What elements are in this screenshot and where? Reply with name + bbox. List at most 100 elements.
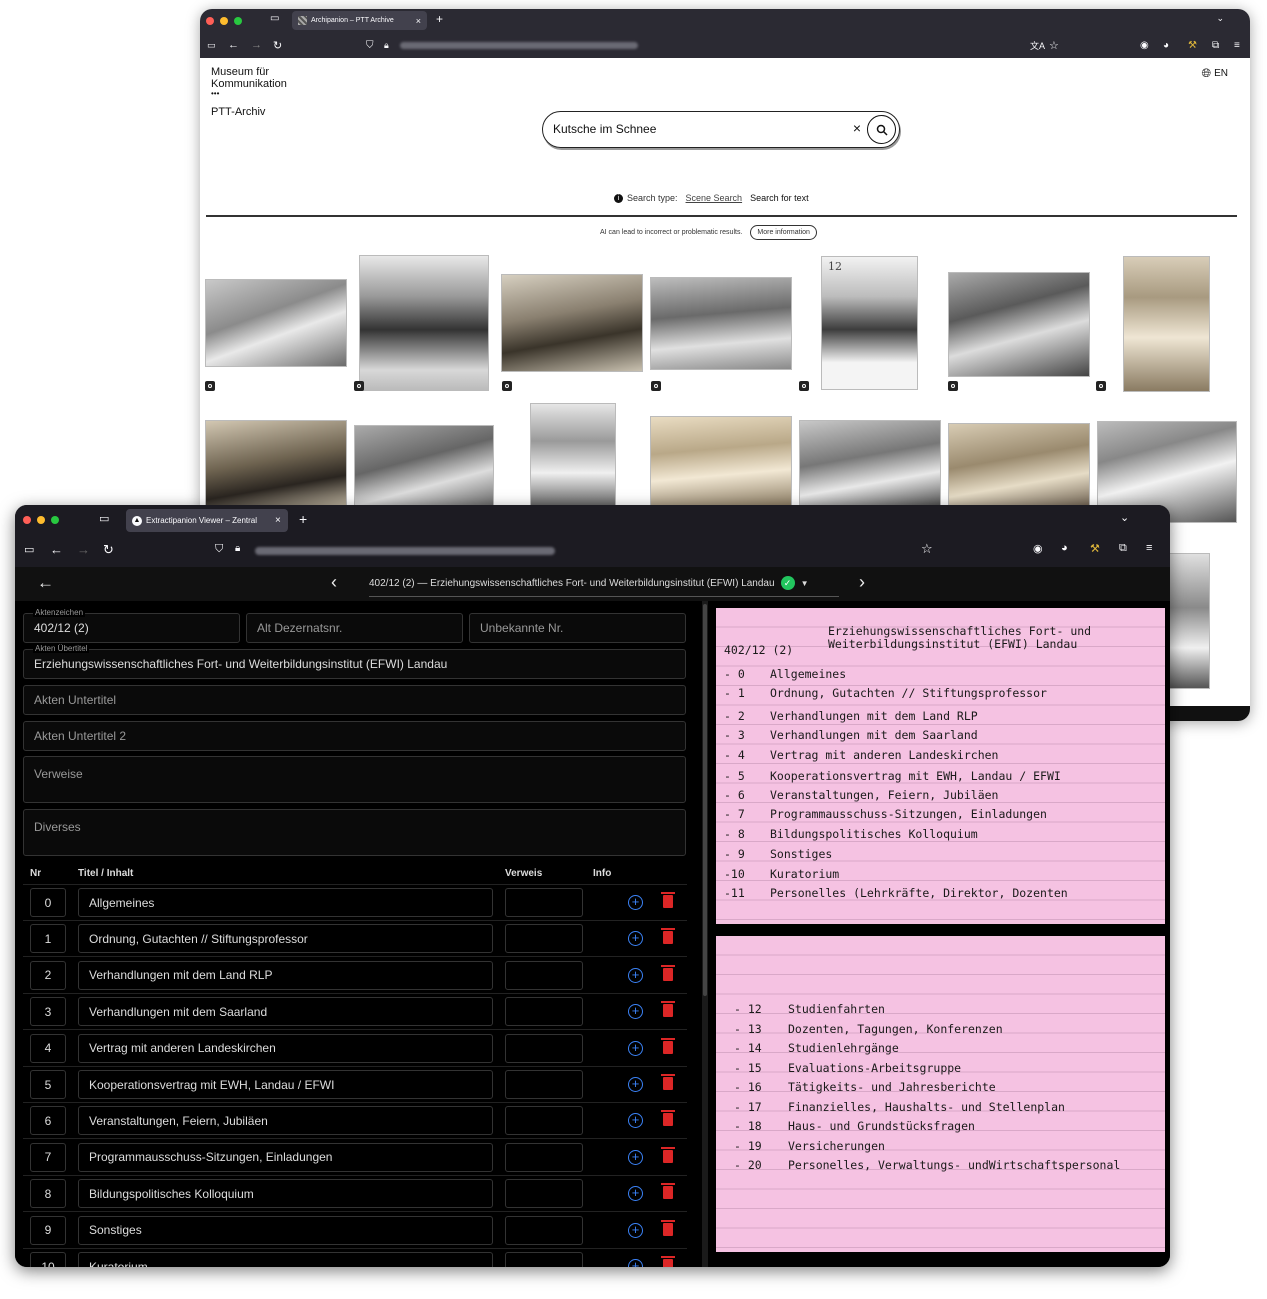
delete-trash-icon[interactable] (661, 1183, 675, 1200)
aktenzeichen-field[interactable]: 402/12 (2) (23, 613, 240, 643)
menu-icon[interactable]: ≡ (1234, 40, 1240, 51)
more-information-button[interactable]: More information (750, 225, 817, 240)
alt-dezernatsnr-field[interactable]: Alt Dezernatsnr. (246, 613, 463, 643)
account-icon[interactable]: ◉ (1033, 542, 1043, 555)
row-verweis-field[interactable] (505, 888, 583, 917)
row-verweis-field[interactable] (505, 1142, 583, 1172)
account-icon[interactable]: ◉ (1140, 40, 1149, 51)
add-row-plus-icon[interactable]: + (628, 1149, 643, 1165)
row-nr-field[interactable]: 3 (30, 997, 66, 1027)
scene-search-option[interactable]: Scene Search (686, 193, 743, 203)
back-button[interactable]: ← (37, 573, 54, 593)
row-verweis-field[interactable] (505, 1179, 583, 1209)
result-photo[interactable] (650, 277, 792, 370)
result-photo[interactable] (205, 279, 347, 367)
next-document-button[interactable]: › (859, 572, 865, 593)
delete-trash-icon[interactable] (661, 1146, 675, 1163)
row-verweis-field[interactable] (505, 1252, 583, 1267)
new-tab-button[interactable]: + (436, 12, 443, 26)
previous-document-button[interactable]: ‹ (331, 572, 337, 593)
akten-untertitel-2-field[interactable]: Akten Untertitel 2 (23, 721, 686, 751)
row-title-field[interactable]: Allgemeines (78, 888, 493, 917)
close-window-button[interactable] (206, 16, 214, 25)
row-verweis-field[interactable] (505, 1070, 583, 1099)
delete-trash-icon[interactable] (661, 1037, 675, 1054)
row-nr-field[interactable]: 1 (30, 924, 66, 954)
tab-list-chevron-icon[interactable]: ⌄ (1216, 13, 1224, 24)
new-tab-button[interactable]: + (299, 511, 307, 527)
reload-icon[interactable]: ↻ (273, 39, 282, 52)
scrollbar-thumb[interactable] (703, 604, 707, 996)
result-photo[interactable] (948, 272, 1090, 377)
tool-icon[interactable]: ⚒ (1090, 542, 1100, 555)
add-row-plus-icon[interactable]: + (628, 1113, 643, 1129)
delete-trash-icon[interactable] (661, 964, 675, 981)
back-arrow-icon[interactable]: ← (228, 39, 239, 51)
add-row-plus-icon[interactable]: + (628, 967, 643, 983)
add-row-plus-icon[interactable]: + (628, 1186, 643, 1202)
document-selector[interactable]: 402/12 (2) — Erziehungswissenschaftliche… (369, 570, 839, 597)
result-photo[interactable] (354, 425, 494, 513)
result-photo[interactable] (359, 255, 489, 391)
add-row-plus-icon[interactable]: + (628, 1077, 643, 1092)
row-verweis-field[interactable] (505, 1215, 583, 1245)
result-photo[interactable] (948, 423, 1090, 513)
maximize-window-button[interactable] (51, 516, 59, 524)
row-title-field[interactable]: Programmausschuss-Sitzungen, Einladungen (78, 1142, 493, 1172)
row-nr-field[interactable]: 10 (30, 1252, 66, 1267)
add-row-plus-icon[interactable]: + (628, 1259, 643, 1267)
url-field[interactable] (400, 42, 638, 49)
close-window-button[interactable] (23, 516, 31, 524)
tab-list-chevron-icon[interactable]: ⌄ (1120, 511, 1129, 524)
row-nr-field[interactable]: 8 (30, 1179, 66, 1209)
delete-trash-icon[interactable] (661, 892, 675, 908)
row-title-field[interactable]: Verhandlungen mit dem Land RLP (78, 960, 493, 990)
tab-archipanion[interactable]: Archipanion – PTT Archive × (292, 11, 427, 30)
puzzle-icon[interactable]: ⧉ (1119, 542, 1127, 555)
search-input[interactable]: Kutsche im Schnee (553, 122, 656, 136)
add-row-plus-icon[interactable]: + (628, 1222, 643, 1238)
url-field[interactable] (255, 547, 555, 555)
back-arrow-icon[interactable]: ← (50, 542, 63, 557)
result-photo[interactable] (205, 420, 347, 510)
result-photo[interactable] (799, 420, 941, 513)
tab-close-icon[interactable]: × (275, 515, 281, 526)
extension-icon[interactable]: ◕ (1061, 542, 1068, 554)
row-verweis-field[interactable] (505, 1106, 583, 1136)
verweise-field[interactable]: Verweise (23, 756, 686, 803)
sidebar-toggle-icon[interactable]: ▭ (99, 512, 109, 525)
bookmark-star-icon[interactable]: ☆ (1049, 39, 1059, 52)
tab-close-icon[interactable]: × (416, 16, 421, 26)
forward-arrow-icon[interactable]: → (251, 39, 262, 51)
add-row-plus-icon[interactable]: + (628, 1040, 643, 1056)
row-nr-field[interactable]: 4 (30, 1033, 66, 1063)
row-nr-field[interactable]: 9 (30, 1215, 66, 1245)
tool-icon[interactable]: ⚒ (1188, 40, 1197, 51)
result-photo[interactable] (1123, 256, 1210, 392)
maximize-window-button[interactable] (234, 16, 242, 25)
row-nr-field[interactable]: 5 (30, 1070, 66, 1099)
forward-arrow-icon[interactable]: → (77, 542, 90, 557)
row-title-field[interactable]: Kooperationsvertrag mit EWH, Landau / EF… (78, 1070, 493, 1099)
row-title-field[interactable]: Ordnung, Gutachten // Stiftungsprofessor (78, 924, 493, 954)
reload-icon[interactable]: ↻ (103, 542, 114, 558)
akten-uebertitel-field[interactable]: Erziehungswissenschaftliches Fort- und W… (23, 649, 686, 679)
extension-icon[interactable]: ◕ (1163, 40, 1169, 51)
delete-trash-icon[interactable] (661, 1001, 675, 1018)
row-verweis-field[interactable] (505, 960, 583, 990)
minimize-window-button[interactable] (220, 16, 228, 25)
puzzle-icon[interactable]: ⧉ (1212, 40, 1219, 51)
translate-icon[interactable]: 文A (1030, 39, 1045, 52)
bookmark-star-icon[interactable]: ☆ (921, 541, 933, 557)
row-title-field[interactable]: Verhandlungen mit dem Saarland (78, 997, 493, 1027)
akten-untertitel-field[interactable]: Akten Untertitel (23, 685, 686, 715)
row-title-field[interactable]: Kuratorium (78, 1252, 493, 1267)
row-verweis-field[interactable] (505, 924, 583, 954)
row-nr-field[interactable]: 7 (30, 1142, 66, 1172)
result-photo[interactable] (530, 403, 616, 511)
delete-trash-icon[interactable] (661, 1074, 675, 1090)
row-title-field[interactable]: Vertrag mit anderen Landeskirchen (78, 1033, 493, 1063)
tab-extractipanion[interactable]: ▲ Extractipanion Viewer – Zentral × (126, 509, 288, 532)
sidebar-icon[interactable]: ▭ (207, 40, 216, 51)
row-nr-field[interactable]: 2 (30, 960, 66, 990)
